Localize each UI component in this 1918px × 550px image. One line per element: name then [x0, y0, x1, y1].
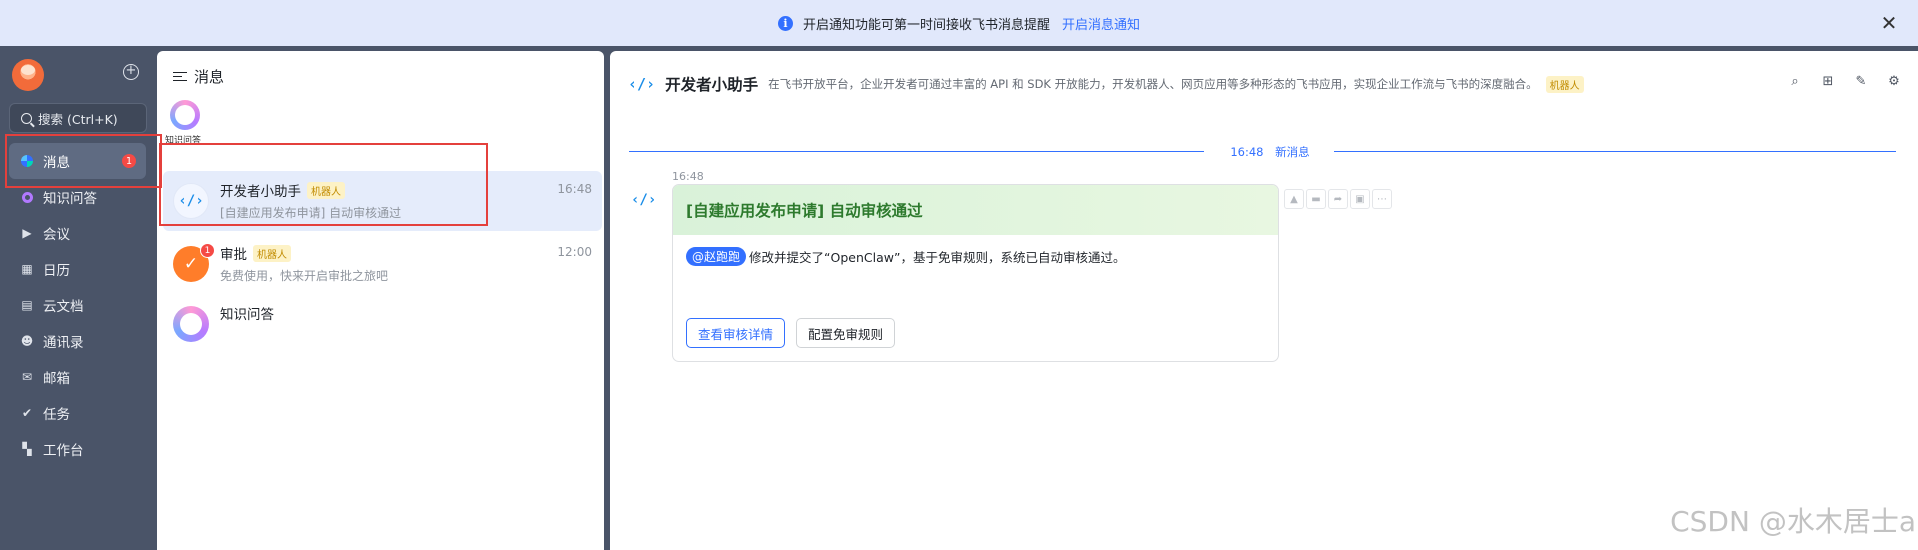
sidebar-item-label: 知识问答 — [43, 191, 97, 207]
sidebar-item-contacts[interactable]: ☻ 通讯录 — [0, 323, 155, 359]
chat-list-header: 消息 — [173, 66, 224, 87]
info-icon: i — [777, 15, 793, 31]
thumbs-up-icon[interactable]: ▲ — [1284, 189, 1304, 209]
list-item[interactable]: ✓ 1 审批 机器人 免费使用，快来开启审批之旅吧 12:00 — [163, 234, 602, 294]
sidebar-item-label: 会议 — [43, 227, 70, 243]
search-icon — [21, 112, 32, 124]
chat-preview: 免费使用，快来开启审批之旅吧 — [220, 269, 389, 283]
list-item[interactable]: 知识问答 — [163, 294, 602, 354]
sidebar-item-label: 消息 — [43, 155, 70, 171]
enable-notification-link[interactable]: 开启消息通知 — [1062, 14, 1140, 33]
pinned-chat[interactable]: 知识问答 — [165, 100, 205, 146]
card-actions: 查看审核详情 配置免审规则 — [686, 318, 896, 348]
sidebar-item-label: 通讯录 — [43, 335, 84, 351]
search-input[interactable]: 搜索 (Ctrl+K) — [9, 103, 147, 133]
chat-list-panel: 消息 知识问答 ‹/› 开发者小助手 机器人 [自建应用发布申请] 自动审核通过… — [157, 51, 604, 550]
mail-icon: ✉ — [21, 370, 33, 384]
message-time: 16:48 — [672, 170, 704, 183]
bot-tag: 机器人 — [307, 181, 345, 199]
chat-name: 知识问答 — [220, 307, 274, 323]
banner-text: 开启通知功能可第一时间接收飞书消息提醒 — [802, 17, 1050, 33]
conversation-description: 在飞书开放平台，企业开发者可通过丰富的 API 和 SDK 开放能力，开发机器人… — [768, 77, 1538, 91]
sidebar-item-knowledge[interactable]: 知识问答 — [0, 179, 155, 215]
chat-name: 审批 — [220, 247, 247, 263]
card-title: [自建应用发布申请] 自动审核通过 — [673, 185, 1278, 235]
dev-assistant-icon: ‹/› — [628, 75, 656, 93]
sidebar-item-docs[interactable]: ▤ 云文档 — [0, 287, 155, 323]
unread-badge: 1 — [200, 243, 215, 258]
configure-exempt-rules-button[interactable]: 配置免审规则 — [796, 318, 896, 348]
sidebar-item-label: 工作台 — [43, 443, 84, 459]
message-card: [自建应用发布申请] 自动审核通过 @赵跑跑 修改并提交了“OpenClaw”，… — [672, 184, 1279, 362]
doc-icon: ▤ — [21, 298, 33, 312]
copy-icon[interactable]: ▣ — [1350, 189, 1370, 209]
chat-list-title: 消息 — [194, 68, 225, 86]
new-message-divider: 16:48 新消息 — [629, 144, 1896, 159]
avatar[interactable] — [12, 59, 44, 91]
sidebar-item-label: 日历 — [43, 263, 70, 279]
bot-tag: 机器人 — [253, 244, 291, 262]
chat-time: 16:48 — [557, 182, 592, 196]
knowledge-avatar — [170, 100, 200, 130]
unread-badge: 1 — [122, 154, 136, 168]
forward-icon[interactable]: ➦ — [1328, 189, 1348, 209]
contacts-icon: ☻ — [20, 334, 34, 348]
edit-icon[interactable]: ✎ — [1853, 73, 1869, 89]
view-review-details-button[interactable]: 查看审核详情 — [686, 318, 786, 348]
message-icon — [20, 154, 34, 168]
add-icon[interactable]: + — [123, 64, 139, 80]
bot-tag: 机器人 — [1545, 75, 1584, 93]
video-icon: ▶ — [22, 226, 32, 240]
conversation-header: ‹/› 开发者小助手 在飞书开放平台，企业开发者可通过丰富的 API 和 SDK… — [628, 73, 1584, 95]
user-mention[interactable]: @赵跑跑 — [686, 247, 747, 266]
sidebar-item-meetings[interactable]: ▶ 会议 — [0, 215, 155, 251]
pinned-label: 知识问答 — [164, 136, 201, 146]
divider-line — [1334, 151, 1896, 152]
knowledge-icon — [20, 190, 34, 204]
apps-icon: ▚ — [22, 442, 32, 456]
chat-name: 开发者小助手 — [220, 184, 301, 200]
sidebar-item-label: 云文档 — [43, 299, 84, 315]
watermark: CSDN @水木居士a — [1670, 505, 1916, 538]
card-body-text: 修改并提交了“OpenClaw”，基于免审规则，系统已自动审核通过。 — [749, 250, 1126, 265]
chat-preview: [自建应用发布申请] 自动审核通过 — [220, 206, 402, 220]
header-toolbar: ⌕ ⊞ ✎ ⚙ — [1787, 73, 1902, 89]
search-chat-icon[interactable]: ⌕ — [1787, 73, 1803, 89]
divider-time: 16:48 — [1230, 145, 1264, 159]
more-icon[interactable]: ⋯ — [1372, 189, 1392, 209]
knowledge-avatar — [173, 306, 209, 342]
close-icon[interactable]: ✕ — [1878, 11, 1900, 35]
dev-assistant-avatar: ‹/› — [173, 183, 209, 219]
divider-line — [629, 151, 1204, 152]
dev-assistant-icon[interactable]: ‹/› — [631, 192, 656, 208]
left-nav: + 搜索 (Ctrl+K) 消息 1 知识问答 ▶ 会议 ▦ 日历 ▤ 云文档 … — [0, 46, 155, 550]
settings-icon[interactable]: ⚙ — [1886, 73, 1902, 89]
sidebar-item-mail[interactable]: ✉ 邮箱 — [0, 359, 155, 395]
nav-list: 消息 1 知识问答 ▶ 会议 ▦ 日历 ▤ 云文档 ☻ 通讯录 ✉ 邮箱 ✔ 任… — [0, 143, 155, 467]
card-body: @赵跑跑 修改并提交了“OpenClaw”，基于免审规则，系统已自动审核通过。 — [686, 247, 1125, 266]
sidebar-item-label: 邮箱 — [43, 371, 70, 387]
sidebar-item-tasks[interactable]: ✔ 任务 — [0, 395, 155, 431]
conversation-panel: ‹/› 开发者小助手 在飞书开放平台，企业开发者可通过丰富的 API 和 SDK… — [610, 51, 1918, 550]
list-item[interactable]: ‹/› 开发者小助手 机器人 [自建应用发布申请] 自动审核通过 16:48 — [163, 171, 602, 231]
notification-banner: i 开启通知功能可第一时间接收飞书消息提醒 开启消息通知 ✕ — [0, 0, 1918, 46]
sidebar-item-label: 任务 — [43, 407, 70, 423]
message-actions: ▲ ▬ ➦ ▣ ⋯ — [1284, 189, 1392, 209]
chat-time: 12:00 — [557, 245, 592, 259]
menu-icon[interactable] — [173, 71, 187, 83]
add-group-icon[interactable]: ⊞ — [1820, 73, 1836, 89]
divider-label: 新消息 — [1275, 145, 1310, 159]
sidebar-item-workplace[interactable]: ▚ 工作台 — [0, 431, 155, 467]
check-icon: ✔ — [21, 406, 33, 420]
sidebar-item-calendar[interactable]: ▦ 日历 — [0, 251, 155, 287]
calendar-icon: ▦ — [21, 262, 33, 276]
sidebar-item-messages[interactable]: 消息 1 — [9, 143, 146, 179]
conversation-title[interactable]: 开发者小助手 — [665, 73, 758, 95]
search-label: 搜索 (Ctrl+K) — [38, 111, 118, 127]
reply-icon[interactable]: ▬ — [1306, 189, 1326, 209]
